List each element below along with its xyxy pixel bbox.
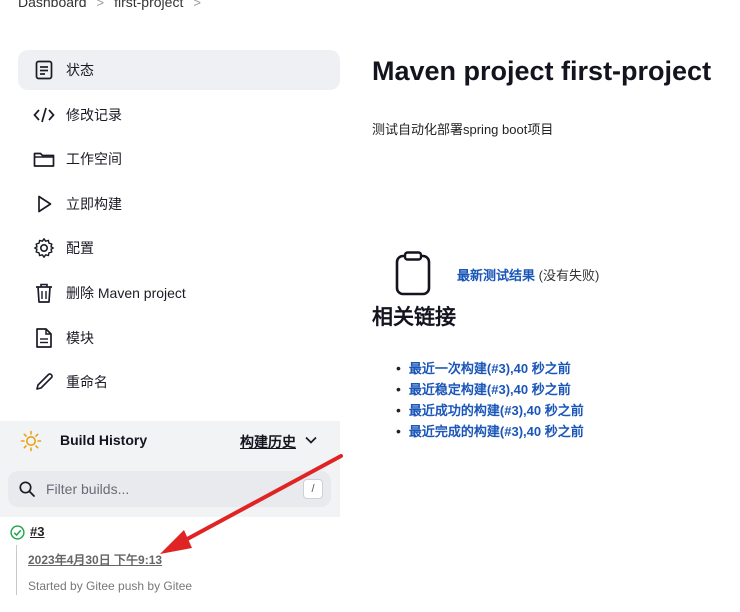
status-doc-icon (32, 58, 56, 82)
sidebar-item-configure[interactable]: 配置 (18, 228, 340, 268)
sidebar-item-label: 配置 (66, 240, 94, 256)
weather-sunny-icon (20, 430, 42, 457)
last-successful-build-link[interactable]: 最近成功的构建(#3),40 秒之前 (409, 400, 584, 419)
build-number-link[interactable]: #3 (30, 524, 44, 539)
project-description: 测试自动化部署spring boot项目 (372, 122, 554, 137)
build-row: #3 2023年4月30日 下午9:13 Started by Gitee pu… (0, 517, 340, 612)
build-trend-link[interactable]: 构建历史 (240, 432, 296, 452)
sidebar-item-label: 模块 (66, 330, 94, 346)
related-links-list: 最近一次构建(#3),40 秒之前 最近稳定构建(#3),40 秒之前 最近成功… (396, 357, 584, 441)
gear-icon (32, 236, 56, 260)
code-icon (32, 103, 56, 127)
sidebar-item-changes[interactable]: 修改记录 (18, 95, 340, 135)
test-result-note: (没有失败) (538, 268, 600, 283)
pencil-icon (32, 370, 56, 394)
last-build-link[interactable]: 最近一次构建(#3),40 秒之前 (409, 358, 571, 377)
search-icon (18, 480, 36, 498)
sidebar-item-label: 工作空间 (66, 151, 122, 167)
list-item: 最近稳定构建(#3),40 秒之前 (396, 378, 584, 399)
filter-placeholder: Filter builds... (46, 481, 130, 497)
page-title: Maven project first-project (372, 56, 712, 86)
sidebar-item-modules[interactable]: 模块 (18, 318, 340, 358)
list-item: 最近一次构建(#3),40 秒之前 (396, 357, 584, 378)
build-history-panel: Filter builds... / #3 2023年4月30日 下午9:13 … (0, 461, 340, 612)
play-icon (32, 192, 56, 216)
related-links-title: 相关链接 (372, 306, 456, 329)
build-cause: Started by Gitee push by Gitee (28, 579, 193, 593)
sidebar-item-label: 重命名 (66, 374, 108, 390)
sidebar-item-status[interactable]: 状态 (18, 50, 340, 90)
build-history-title: Build History (60, 432, 148, 448)
success-check-icon (10, 525, 25, 545)
sidebar-item-label: 修改记录 (66, 107, 122, 123)
sidebar: 状态 修改记录 工作空间 立即构建 配置 删除 Maven project 模块… (0, 0, 340, 612)
list-item: 最近完成的构建(#3),40 秒之前 (396, 420, 584, 441)
test-result: 最新测试结果 (没有失败) (457, 265, 599, 284)
last-completed-build-link[interactable]: 最近完成的构建(#3),40 秒之前 (409, 421, 584, 440)
build-divider (16, 545, 17, 595)
list-item: 最近成功的构建(#3),40 秒之前 (396, 399, 584, 420)
filter-builds-input[interactable]: Filter builds... / (8, 471, 331, 507)
chevron-down-icon[interactable] (304, 433, 318, 452)
sidebar-item-label: 删除 Maven project (66, 285, 186, 301)
file-icon (32, 326, 56, 350)
last-stable-build-link[interactable]: 最近稳定构建(#3),40 秒之前 (409, 379, 571, 398)
keyboard-shortcut-hint: / (303, 479, 323, 499)
sidebar-item-label: 状态 (66, 62, 94, 78)
clipboard-icon (394, 251, 432, 302)
sidebar-item-label: 立即构建 (66, 196, 122, 212)
sidebar-item-workspace[interactable]: 工作空间 (18, 139, 340, 179)
trash-icon (32, 281, 56, 305)
build-date-link[interactable]: 2023年4月30日 下午9:13 (28, 551, 162, 568)
build-history-header: Build History 构建历史 (0, 421, 340, 461)
folder-icon (32, 147, 56, 171)
sidebar-item-build-now[interactable]: 立即构建 (18, 184, 340, 224)
latest-test-result-link[interactable]: 最新测试结果 (457, 268, 535, 283)
sidebar-item-rename[interactable]: 重命名 (18, 362, 340, 402)
sidebar-item-delete[interactable]: 删除 Maven project (18, 273, 340, 313)
